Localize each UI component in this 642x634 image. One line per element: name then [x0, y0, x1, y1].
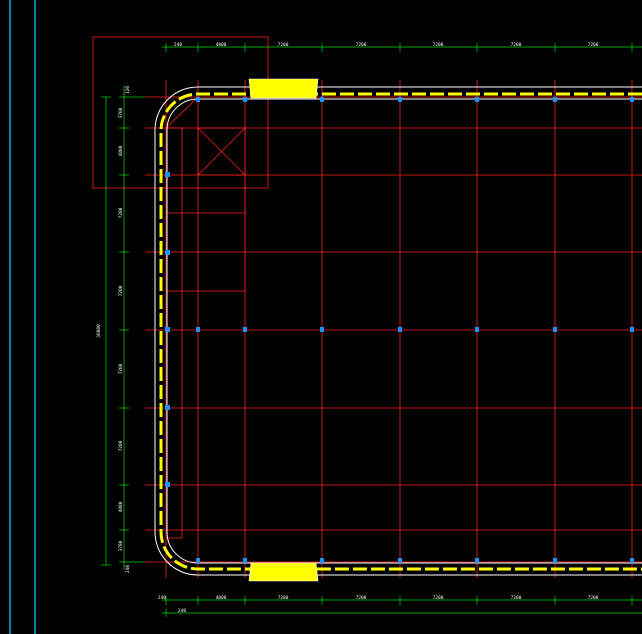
column-mark [243, 97, 247, 102]
entrance-block-bottom [248, 562, 319, 582]
column-mark [398, 327, 402, 332]
dim-left-label: 3700 [118, 540, 124, 551]
dim-left-label: 7200 [118, 440, 124, 451]
column-mark [165, 405, 170, 410]
dim-top-label: 7200 [278, 42, 289, 48]
dim-bottom-label: 7200 [588, 595, 599, 601]
dim-left-label: 7200 [118, 207, 124, 218]
column-mark [398, 558, 402, 563]
column-mark [243, 327, 247, 332]
dim-top-label: 7200 [433, 42, 444, 48]
column-mark [475, 327, 479, 332]
entrance-block-top [248, 78, 319, 99]
dim-bottom-label: 7200 [511, 595, 522, 601]
dim-bottom-label: 7200 [433, 595, 444, 601]
dim-top-label: 240 [174, 42, 182, 48]
dim-left-label: 7200 [118, 285, 124, 296]
column-mark [320, 558, 324, 563]
column-mark [320, 97, 324, 102]
column-mark [320, 327, 324, 332]
dim-top-label: 7200 [356, 42, 367, 48]
dim-left-label: 4800 [118, 501, 124, 512]
dim-top-label: 7200 [511, 42, 522, 48]
cad-drawing-canvas[interactable]: 240 4800 7200 7200 7200 7200 7200 240 48… [0, 0, 642, 634]
column-mark [475, 97, 479, 102]
column-mark [196, 97, 200, 102]
dim-left-label: 3700 [118, 107, 124, 118]
column-mark [165, 250, 170, 255]
column-mark [165, 172, 170, 177]
column-mark [165, 482, 170, 487]
dim-bottom-label: 7200 [278, 595, 289, 601]
column-mark [553, 97, 557, 102]
dim-bottom-label: 4800 [216, 595, 227, 601]
column-mark [196, 327, 200, 332]
column-mark [630, 97, 634, 102]
dim-left-label: 4800 [118, 145, 124, 156]
inner-offset-line [166, 127, 183, 539]
dim-bottom-label-2: 240 [178, 608, 186, 614]
column-mark [165, 327, 170, 332]
structural-grid [145, 80, 642, 578]
dim-bottom-label: 240 [158, 595, 166, 601]
dim-top-label: 4800 [216, 42, 227, 48]
column-mark [243, 558, 247, 563]
dim-bottom-label: 7200 [356, 595, 367, 601]
corner-diag [165, 96, 199, 129]
dim-top-label: 7200 [588, 42, 599, 48]
column-mark [398, 97, 402, 102]
column-mark [630, 327, 634, 332]
column-mark [630, 558, 634, 563]
column-mark [196, 558, 200, 563]
dim-left-label: 120 [125, 86, 131, 94]
column-mark [475, 558, 479, 563]
column-mark [553, 327, 557, 332]
viewport-border [9, 0, 36, 634]
column-mark [553, 558, 557, 563]
dim-left-label: 240 [125, 565, 131, 573]
dim-left-total-label: 36000 [96, 324, 102, 338]
dim-left-label: 7200 [118, 363, 124, 374]
